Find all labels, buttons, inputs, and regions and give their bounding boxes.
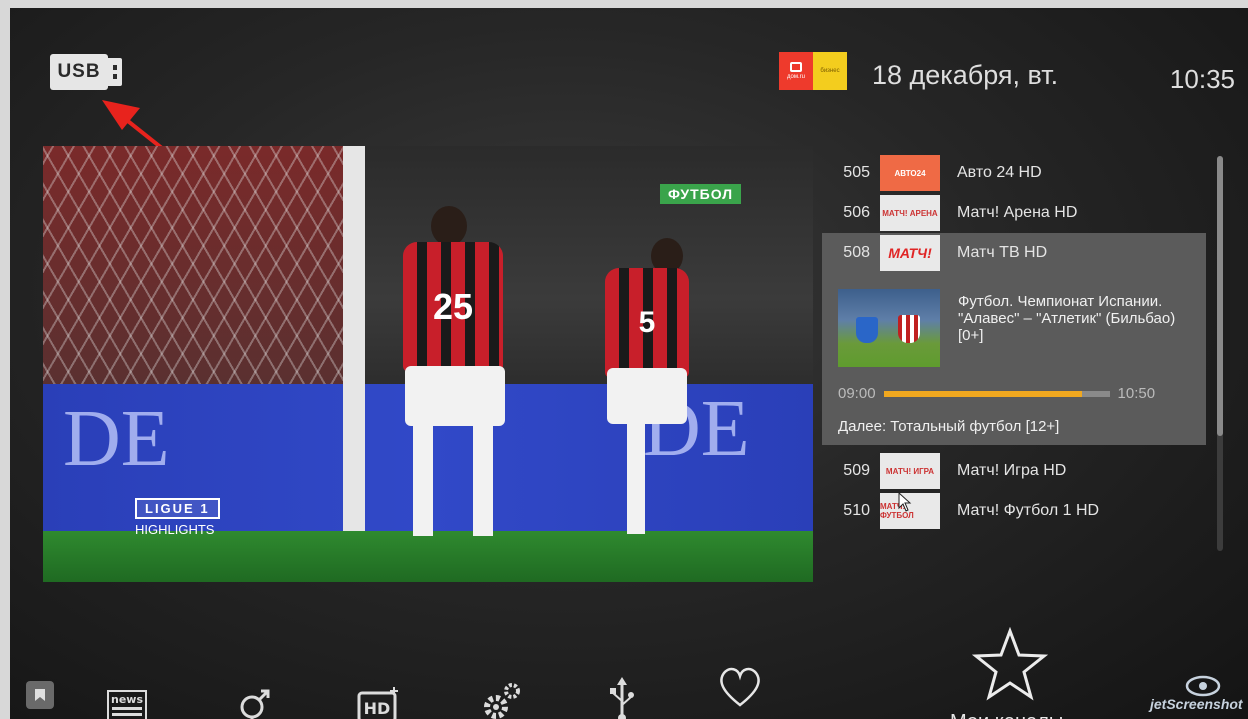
channel-number: 510 <box>843 502 870 519</box>
ad-text-left: DE <box>63 395 170 483</box>
player-2: 5 <box>591 238 731 568</box>
usb-indicator[interactable]: USB <box>50 53 125 91</box>
team-badge-icon <box>898 315 920 343</box>
channel-number: 505 <box>843 164 870 181</box>
progress-bar <box>883 390 1110 397</box>
ligue-badge: LIGUE 1 HIGHLIGHTS <box>135 498 220 537</box>
team-badge-icon <box>856 317 878 343</box>
gender-icon[interactable] <box>232 683 276 719</box>
provider-logo-red: дом.ru <box>779 52 813 90</box>
hd-icon-label: HD <box>364 699 391 718</box>
program-start-time: 09:00 <box>838 385 876 402</box>
channel-number: 509 <box>843 462 870 479</box>
provider-logo: дом.ru бизнес <box>779 52 847 90</box>
channel-list-scrollbar[interactable] <box>1217 156 1223 551</box>
channel-name: Авто 24 HD <box>957 164 1042 181</box>
channel-row-selected[interactable]: 508 МАТЧ! Матч ТВ HD <box>822 233 1206 273</box>
goal-post <box>343 146 365 536</box>
usb-label: USB <box>50 54 108 90</box>
channel-logo: АВТО24 <box>880 155 940 191</box>
heart-icon[interactable] <box>716 663 764 711</box>
watermark-eye-icon <box>1185 675 1221 697</box>
news-icon[interactable]: news <box>106 689 150 719</box>
channel-list: 505 АВТО24 Авто 24 HD 506 МАТЧ! АРЕНА Ма… <box>822 153 1212 531</box>
channel-number: 508 <box>843 244 870 261</box>
player-1-number: 25 <box>403 242 503 372</box>
provider-logo-yellow: бизнес <box>813 52 847 90</box>
program-progress: 09:00 10:50 <box>822 367 1206 402</box>
program-end-time: 10:50 <box>1117 385 1156 402</box>
channel-row[interactable]: 510 МАТЧ! ФУТБОЛ Матч! Футбол 1 HD <box>822 491 1212 531</box>
video-preview[interactable]: DE DE 25 5 ФУТБОЛ LIGUE 1 HIGHLIGHTS <box>43 146 813 582</box>
bottom-menu: news HD <box>10 623 1248 719</box>
star-icon[interactable] <box>972 625 1048 705</box>
provider-logo-text: дом.ru <box>787 74 805 80</box>
channel-logo: МАТЧ! ИГРА <box>880 453 940 489</box>
channel-number: 506 <box>843 204 870 221</box>
player-1: 25 <box>383 206 523 566</box>
program-title: Футбол. Чемпионат Испании. "Алавес" – "А… <box>958 293 1176 344</box>
channel-row[interactable]: 505 АВТО24 Авто 24 HD <box>822 153 1212 193</box>
hd-icon[interactable]: HD <box>356 685 402 719</box>
scrollbar-thumb[interactable] <box>1217 156 1223 436</box>
channel-row[interactable]: 506 МАТЧ! АРЕНА Матч! Арена HD <box>822 193 1212 233</box>
sport-tag: ФУТБОЛ <box>660 184 742 204</box>
player-2-number: 5 <box>605 268 689 378</box>
my-channels-label[interactable]: Мои каналы <box>950 711 1063 719</box>
progress-bar-fill <box>883 390 1083 397</box>
channel-name: Матч! Футбол 1 HD <box>957 502 1100 519</box>
date-display: 18 декабря, вт. <box>872 60 1059 90</box>
watermark-text: jetScreenshot <box>1150 696 1243 712</box>
channel-logo: МАТЧ! <box>880 235 940 271</box>
usb-plug-icon <box>108 58 122 86</box>
channel-row[interactable]: 509 МАТЧ! ИГРА Матч! Игра HD <box>822 451 1212 491</box>
bookmark-icon[interactable] <box>26 681 54 709</box>
next-program: Далее: Тотальный футбол [12+] <box>838 418 1060 435</box>
news-icon-label: news <box>111 693 143 706</box>
clock-display: 10:35 <box>1169 64 1235 94</box>
tv-screen: USB дом.ru бизнес 18 декабря, вт. 10:35 … <box>10 8 1248 719</box>
ligue-badge-subtitle: HIGHLIGHTS <box>135 522 215 537</box>
channel-name: Матч ТВ HD <box>957 244 1048 261</box>
ligue-badge-title: LIGUE 1 <box>135 498 220 519</box>
mouse-cursor-icon <box>898 492 912 512</box>
usb-icon[interactable] <box>608 677 636 719</box>
channel-logo: МАТЧ! АРЕНА <box>880 195 940 231</box>
channel-name: Матч! Арена HD <box>957 204 1078 221</box>
settings-icon[interactable] <box>480 679 524 719</box>
selected-channel-panel[interactable]: 508 МАТЧ! Матч ТВ HD Футбол. Чемпионат И… <box>822 233 1206 445</box>
program-thumbnail <box>838 289 940 367</box>
channel-name: Матч! Игра HD <box>957 462 1067 479</box>
